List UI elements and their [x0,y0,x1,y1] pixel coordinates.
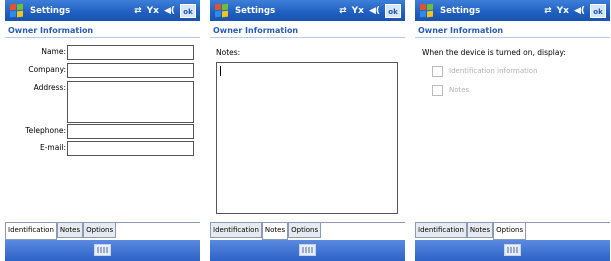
tab-notes[interactable]: Notes [466,223,494,238]
tab-identification[interactable]: Identification [5,223,57,240]
notes-label: Notes: [216,48,241,57]
start-flag-icon[interactable] [9,3,24,18]
company-field[interactable] [67,63,194,78]
signal-off-icon[interactable]: Yx [557,6,569,16]
signal-off-icon[interactable]: Yx [147,6,159,16]
speaker-icon[interactable]: ◀( [164,6,175,16]
identification-screen: Settings ⇄ Yx ◀( ok Owner Information Na… [5,0,200,261]
email-field[interactable] [67,141,194,156]
page-header: Owner Information [415,22,610,38]
keyboard-icon[interactable] [299,244,316,256]
tab-bar: Identification Notes Options [5,222,200,240]
telephone-row: Telephone: [5,124,200,139]
title-bar: Settings ⇄ Yx ◀( ok [210,0,405,21]
address-label: Address: [33,83,66,92]
option-identification: Identification information [432,65,538,77]
title-bar: Settings ⇄ Yx ◀( ok [415,0,610,21]
keyboard-icon[interactable] [94,244,111,256]
identification-checkbox[interactable] [432,65,443,77]
menu-bar [415,240,610,261]
tab-options[interactable]: Options [83,223,117,238]
ok-button[interactable]: ok [590,3,606,18]
ok-button[interactable]: ok [180,3,196,18]
notes-checkbox[interactable] [432,84,443,96]
menu-bar [210,240,405,261]
tab-bar: Identification Notes Options [210,222,405,240]
telephone-field[interactable] [67,124,194,139]
company-label: Company: [28,65,66,74]
window-title: Settings [440,5,481,16]
page-header: Owner Information [210,22,405,38]
tab-options[interactable]: Options [288,223,322,238]
email-label: E-mail: [39,143,66,152]
title-bar: Settings ⇄ Yx ◀( ok [5,0,200,21]
tab-notes[interactable]: Notes [56,223,84,238]
menu-bar [5,240,200,261]
connectivity-icon[interactable]: ⇄ [544,6,552,16]
window-title: Settings [235,5,276,16]
notes-option-label: Notes [449,86,470,94]
notes-screen: Settings ⇄ Yx ◀( ok Owner Information No… [210,0,405,261]
options-prompt: When the device is turned on, display: [422,48,566,57]
signal-off-icon[interactable]: Yx [352,6,364,16]
connectivity-icon[interactable]: ⇄ [339,6,347,16]
connectivity-icon[interactable]: ⇄ [134,6,142,16]
option-notes: Notes [432,84,469,96]
tab-bar: Identification Notes Options [415,222,610,240]
email-row: E-mail: [5,141,200,156]
start-flag-icon[interactable] [214,3,229,18]
identification-option-label: Identification information [449,67,538,75]
page-header: Owner Information [5,22,200,38]
name-row: Name: [5,45,200,60]
ok-button[interactable]: ok [385,3,401,18]
window-title: Settings [30,5,71,16]
notes-textarea[interactable] [216,62,398,214]
company-row: Company: [5,63,200,78]
keyboard-icon[interactable] [504,244,521,256]
options-screen: Settings ⇄ Yx ◀( ok Owner Information Wh… [415,0,610,261]
address-field[interactable] [67,81,194,123]
telephone-label: Telephone: [25,126,66,135]
name-label: Name: [41,47,66,56]
text-caret [220,66,221,76]
tab-options[interactable]: Options [493,223,527,240]
start-flag-icon[interactable] [419,3,434,18]
name-field[interactable] [67,45,194,60]
address-row: Address: [5,81,200,123]
tab-identification[interactable]: Identification [415,223,467,238]
speaker-icon[interactable]: ◀( [369,6,380,16]
tab-identification[interactable]: Identification [210,223,262,238]
tab-notes[interactable]: Notes [261,223,289,240]
speaker-icon[interactable]: ◀( [574,6,585,16]
